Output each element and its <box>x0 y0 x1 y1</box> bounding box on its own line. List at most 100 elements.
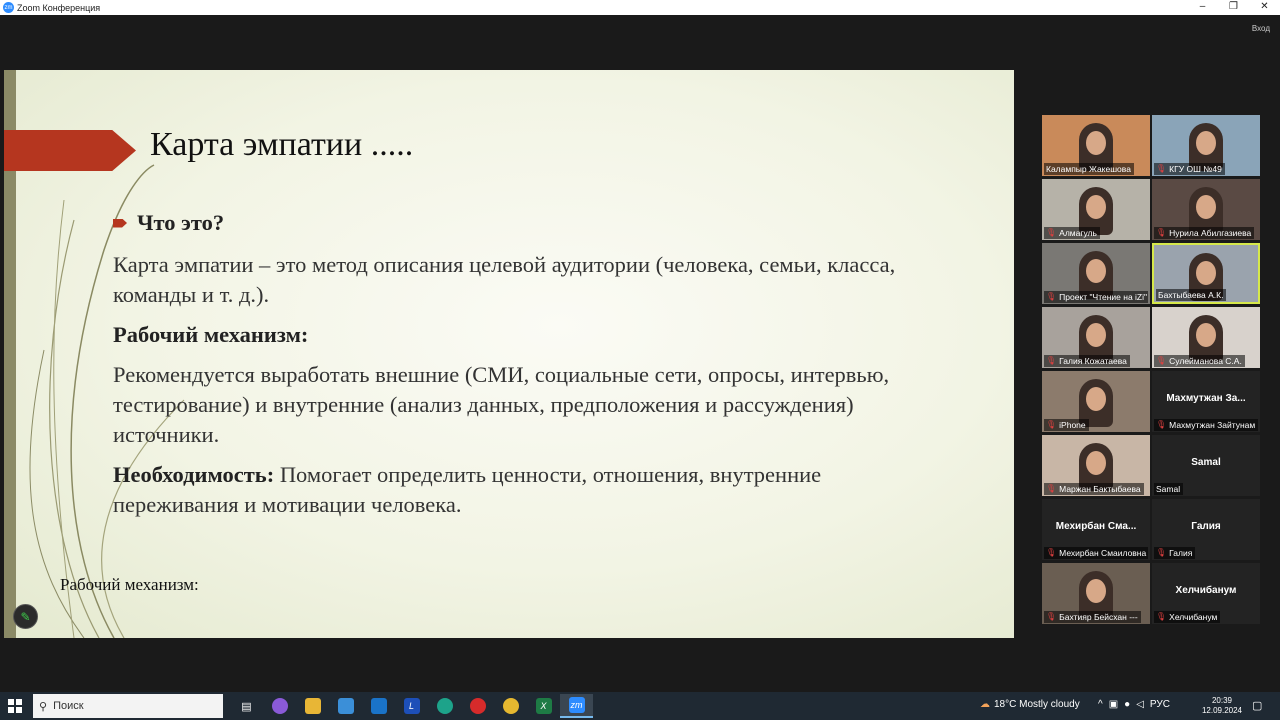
participant-name: iPhone <box>1059 420 1086 430</box>
participant-tile[interactable]: 🎙 Нурила Абилгазиева <box>1152 179 1260 240</box>
taskbar-search-box[interactable]: ⚲ Поиск <box>33 694 223 718</box>
participant-tile[interactable]: Калампыр Жакешова <box>1042 115 1150 176</box>
mail-icon[interactable] <box>362 694 395 718</box>
chevron-up-icon[interactable]: ^ <box>1098 699 1103 710</box>
muted-mic-icon: 🎙 <box>1156 356 1167 365</box>
search-placeholder: Поиск <box>53 700 84 712</box>
task-view-icon[interactable]: ▤ <box>230 694 263 718</box>
lens-icon[interactable]: L <box>395 694 428 718</box>
muted-mic-icon: 🎙 <box>1156 164 1167 173</box>
participant-face <box>1196 261 1216 285</box>
participant-name-label: 🎙 Галия Кожатаева <box>1044 355 1130 367</box>
participant-name: Сулейманова С.А. <box>1169 356 1242 366</box>
weather-text: 18°C Mostly cloudy <box>994 699 1080 710</box>
participant-name-label: 🎙 Сулейманова С.А. <box>1154 355 1245 367</box>
participant-name-label: 🎙 Нурила Абилгазиева <box>1154 227 1255 239</box>
window-controls: – ❐ ✕ <box>1187 0 1280 15</box>
participant-face <box>1196 131 1216 155</box>
search-icon: ⚲ <box>39 700 48 713</box>
participant-name: Алмагуль <box>1059 228 1097 238</box>
weather-cloud-icon: ☁ <box>980 699 990 710</box>
participant-face <box>1086 131 1106 155</box>
participant-tile[interactable]: 🎙 Галия Кожатаева <box>1042 307 1150 368</box>
chrome-icon[interactable] <box>494 694 527 718</box>
participant-name-label: 🎙 Хелчибанум <box>1154 611 1221 623</box>
participant-face <box>1086 323 1106 347</box>
slide-body: Что это? Карта эмпатии – это метод описа… <box>113 208 933 530</box>
participant-face <box>1196 195 1216 219</box>
participant-name: Калампыр Жакешова <box>1046 164 1131 174</box>
participant-name: Мехирбан Смаиловна <box>1059 548 1147 558</box>
opera-icon[interactable] <box>461 694 494 718</box>
notification-icon[interactable]: ▢ <box>1252 699 1262 712</box>
annotate-pen-icon[interactable]: ✎ <box>13 604 38 629</box>
maximize-button[interactable]: ❐ <box>1218 0 1249 15</box>
minimize-button[interactable]: – <box>1187 0 1218 15</box>
network-icon[interactable]: ▣ <box>1109 699 1118 710</box>
windows-start-icon[interactable] <box>8 699 22 713</box>
file-explorer-icon[interactable] <box>296 694 329 718</box>
muted-mic-icon: 🎙 <box>1156 548 1167 557</box>
excel-icon[interactable]: X <box>527 694 560 718</box>
participant-tile[interactable]: 🎙 iPhone <box>1042 371 1150 432</box>
close-button[interactable]: ✕ <box>1249 0 1280 15</box>
participant-name-label: 🎙 Маржан Бактыбаева <box>1044 483 1144 495</box>
participant-name-label: 🎙 Алмагуль <box>1044 227 1100 239</box>
participant-name: Бахтияр Бейсхан --- <box>1059 612 1138 622</box>
participant-name-label: 🎙 Мехирбан Смаиловна <box>1044 547 1148 559</box>
participant-tile[interactable]: 🎙 КГУ ОШ №49 <box>1152 115 1260 176</box>
participant-tile[interactable]: 🎙 Алмагуль <box>1042 179 1150 240</box>
muted-mic-icon: 🎙 <box>1046 612 1057 621</box>
participant-name-label: 🎙 КГУ ОШ №49 <box>1154 163 1225 175</box>
copilot-icon[interactable] <box>263 694 296 718</box>
muted-mic-icon: 🎙 <box>1156 228 1167 237</box>
zoom-taskbar-icon[interactable]: zm <box>560 694 593 718</box>
participant-tile[interactable]: Хелчибанум 🎙 Хелчибанум <box>1152 563 1260 624</box>
participant-tile[interactable]: 🎙 Сулейманова С.А. <box>1152 307 1260 368</box>
participant-name: Галия <box>1169 548 1193 558</box>
participant-tile[interactable]: Галия 🎙 Галия <box>1152 499 1260 560</box>
muted-mic-icon: 🎙 <box>1046 228 1057 237</box>
muted-mic-icon: 🎙 <box>1046 548 1057 557</box>
windows-taskbar: ⚲ Поиск ▤ L X zm ☁ 18°C Mostly cloudy ^ … <box>0 692 1280 720</box>
participant-name-label: Бахтыбаева А.К. <box>1156 289 1227 301</box>
participant-face <box>1086 259 1106 283</box>
participant-tile[interactable]: Samal Samal <box>1152 435 1260 496</box>
edge-icon[interactable] <box>428 694 461 718</box>
participant-tile[interactable]: Мехирбан Сма... 🎙 Мехирбан Смаиловна <box>1042 499 1150 560</box>
muted-mic-icon: 🎙 <box>1046 292 1057 301</box>
participant-face <box>1086 451 1106 475</box>
participant-name-label: 🎙 Проект "Чтение на iZi" <box>1044 291 1148 303</box>
meeting-area: Вход Карта эмпатии ..... Что это? Карта … <box>0 15 1280 692</box>
participant-name: Нурила Абилгазиева <box>1169 228 1252 238</box>
store-icon[interactable] <box>329 694 362 718</box>
participant-display-name: Махмутжан За... <box>1166 393 1246 404</box>
participant-name: Галия Кожатаева <box>1059 356 1127 366</box>
shared-screen-slide: Карта эмпатии ..... Что это? Карта эмпат… <box>4 70 1014 638</box>
taskbar-clock[interactable]: 20:39 12.09.2024 <box>1200 696 1244 716</box>
participant-name: КГУ ОШ №49 <box>1169 164 1222 174</box>
slide-title: Карта эмпатии ..... <box>150 126 414 163</box>
participant-tile[interactable]: 🎙 Бахтияр Бейсхан --- <box>1042 563 1150 624</box>
speaker-icon[interactable]: ◁ <box>1136 699 1144 710</box>
sign-in-link[interactable]: Вход <box>1252 24 1270 33</box>
participant-tile[interactable]: 🎙 Проект "Чтение на iZi" <box>1042 243 1150 304</box>
need-paragraph: Необходимость: Помогает определить ценно… <box>113 460 933 520</box>
participant-face <box>1086 387 1106 411</box>
slide-footnote: Рабочий механизм: <box>60 575 199 594</box>
participant-face <box>1086 579 1106 603</box>
mechanism-text: Рекомендуется выработать внешние (СМИ, с… <box>113 362 890 447</box>
participant-display-name: Samal <box>1191 457 1221 468</box>
bullet-heading: Что это? <box>137 210 225 235</box>
definition-text: Карта эмпатии – это метод описания целев… <box>113 252 896 307</box>
muted-mic-icon: 🎙 <box>1156 420 1167 429</box>
participant-face <box>1086 195 1106 219</box>
microphone-icon[interactable]: ● <box>1124 699 1130 710</box>
participant-tile[interactable]: Бахтыбаева А.К. <box>1152 243 1260 304</box>
taskbar-apps: ▤ L X zm <box>230 694 593 718</box>
participant-tile[interactable]: Махмутжан За... 🎙 Махмутжан Зайтунам <box>1152 371 1260 432</box>
weather-widget[interactable]: ☁ 18°C Mostly cloudy <box>980 699 1080 710</box>
language-indicator[interactable]: РУС <box>1150 699 1170 710</box>
participant-tile[interactable]: 🎙 Маржан Бактыбаева <box>1042 435 1150 496</box>
clock-date: 12.09.2024 <box>1201 706 1243 715</box>
